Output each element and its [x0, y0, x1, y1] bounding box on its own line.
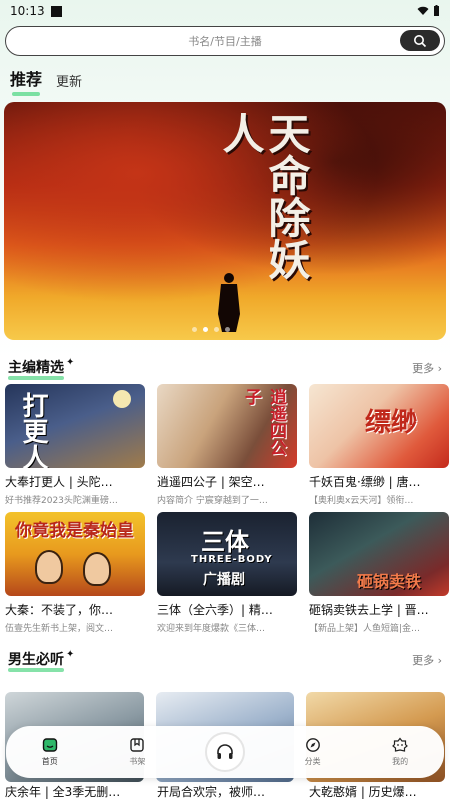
book-desc: 内容简介 宁宸穿越到了一…	[157, 496, 268, 506]
book-card[interactable]: 缥缈 千妖百鬼·缥缈 | 唐… 【奥利奥x云天河】领衔…	[309, 384, 449, 506]
book-title: 大乾憨婿 | 历史爆…	[309, 785, 417, 799]
book-card[interactable]: 打更人 大奉打更人 | 头陀… 好书推荐2023头陀渊重磅…	[5, 384, 145, 506]
home-icon	[42, 738, 57, 752]
book-cover: 打更人	[5, 384, 145, 468]
compass-icon	[305, 738, 320, 752]
cover-title: 打更人	[18, 392, 48, 468]
search-icon	[414, 34, 427, 47]
carousel-dot	[203, 327, 208, 332]
book-title: 三体（全六季）| 精…	[157, 603, 273, 617]
tab-recommend[interactable]: 推荐	[10, 66, 42, 96]
book-card[interactable]: 逍遥四公子 逍遥四公子 | 架空… 内容简介 宁宸穿越到了一…	[157, 384, 297, 506]
sparkle-icon: ✦	[66, 648, 75, 660]
book-title: 逍遥四公子 | 架空…	[157, 475, 265, 489]
search-bar[interactable]: 书名/节目/主播	[5, 26, 445, 56]
book-title: 砸锅卖铁去上学 | 晋…	[309, 603, 429, 617]
sparkle-icon: ✦	[66, 356, 75, 368]
headphones-icon	[217, 744, 233, 759]
cover-title: 逍遥四公子	[241, 388, 286, 456]
player-button[interactable]	[204, 732, 245, 772]
book-desc: 【新品上架】人鱼短篇|金…	[309, 624, 421, 634]
top-tabs: 推荐 更新	[0, 56, 450, 96]
carousel-indicator	[192, 327, 230, 332]
nav-label: 首页	[41, 757, 58, 766]
carousel-dot	[214, 327, 219, 332]
status-time: 10:13	[10, 4, 45, 18]
book-card[interactable]: 你竟我是秦始皇 大秦：不装了，你… 伍壹先生新书上架，阅文…	[5, 512, 145, 634]
book-desc: 伍壹先生新书上架，阅文…	[5, 624, 114, 634]
nav-label: 我的	[392, 757, 409, 766]
banner-carousel[interactable]: 天命除妖人	[4, 102, 446, 340]
book-title: 大秦：不装了，你…	[5, 603, 114, 617]
book-cover: 缥缈	[309, 384, 449, 468]
cover-subtitle-2: 广播剧	[203, 572, 245, 588]
search-button[interactable]	[400, 30, 440, 51]
more-link[interactable]: 更多 ›	[412, 652, 442, 668]
book-title: 庆余年 | 全3季无删…	[5, 785, 121, 799]
book-cover: 逍遥四公子	[157, 384, 297, 468]
bottom-nav: 首页 书架 分类 我的	[6, 726, 444, 778]
nav-label: 分类	[304, 757, 321, 766]
cover-title: 三体	[201, 528, 249, 556]
cover-title: 砸锅卖铁	[357, 572, 422, 591]
book-title: 开局合欢宗，被师…	[157, 785, 266, 799]
nav-bookshelf[interactable]: 书架	[107, 737, 167, 767]
book-title: 千妖百鬼·缥缈 | 唐…	[309, 475, 421, 489]
search-input[interactable]: 书名/节目/主播	[188, 33, 261, 49]
book-card[interactable]: 砸锅卖铁 砸锅卖铁去上学 | 晋… 【新品上架】人鱼短篇|金…	[309, 512, 449, 634]
nav-category[interactable]: 分类	[283, 737, 343, 767]
book-cover: 你竟我是秦始皇	[5, 512, 145, 596]
battery-icon	[434, 5, 439, 16]
cover-title: 缥缈	[365, 408, 418, 438]
nav-label: 书架	[129, 757, 146, 766]
male-listen-titles: 庆余年 | 全3季无删… 开局合欢宗，被师… 大乾憨婿 | 历史爆…	[5, 783, 449, 800]
section-header-male-listen: 男生必听 ✦ 更多 ›	[0, 644, 450, 676]
section-header-editor-picks: 主编精选 ✦ 更多 ›	[0, 352, 450, 384]
book-desc: 【奥利奥x云天河】领衔…	[309, 496, 414, 506]
nav-home[interactable]: 首页	[20, 737, 80, 767]
book-desc: 欢迎来到年度爆款《三体…	[157, 624, 266, 634]
nav-player[interactable]	[195, 732, 255, 772]
cover-subtitle: THREE-BODY	[191, 554, 273, 565]
editor-picks-grid: 打更人 大奉打更人 | 头陀… 好书推荐2023头陀渊重磅… 逍遥四公子 逍遥四…	[0, 384, 450, 640]
section-title: 主编精选	[8, 357, 64, 380]
nav-profile[interactable]: 我的	[370, 737, 430, 767]
book-cover: 砸锅卖铁	[309, 512, 449, 596]
tab-updates[interactable]: 更新	[56, 71, 82, 96]
book-cover: 三体 THREE-BODY 广播剧	[157, 512, 297, 596]
notification-icon	[50, 5, 62, 17]
cover-title: 你竟我是秦始皇	[15, 521, 134, 541]
status-bar: 10:13	[0, 0, 450, 22]
banner-title: 天命除妖人	[216, 112, 311, 280]
carousel-dot	[192, 327, 197, 332]
bookshelf-icon	[130, 738, 145, 752]
wifi-icon	[417, 6, 429, 15]
more-link[interactable]: 更多 ›	[412, 360, 442, 376]
book-title: 大奉打更人 | 头陀…	[5, 475, 113, 489]
book-card[interactable]: 三体 THREE-BODY 广播剧 三体（全六季）| 精… 欢迎来到年度爆款《三…	[157, 512, 297, 634]
section-title: 男生必听	[8, 649, 64, 672]
profile-icon	[392, 737, 409, 752]
carousel-dot	[225, 327, 230, 332]
banner-figure-image	[218, 273, 240, 332]
book-desc: 好书推荐2023头陀渊重磅…	[5, 496, 118, 506]
